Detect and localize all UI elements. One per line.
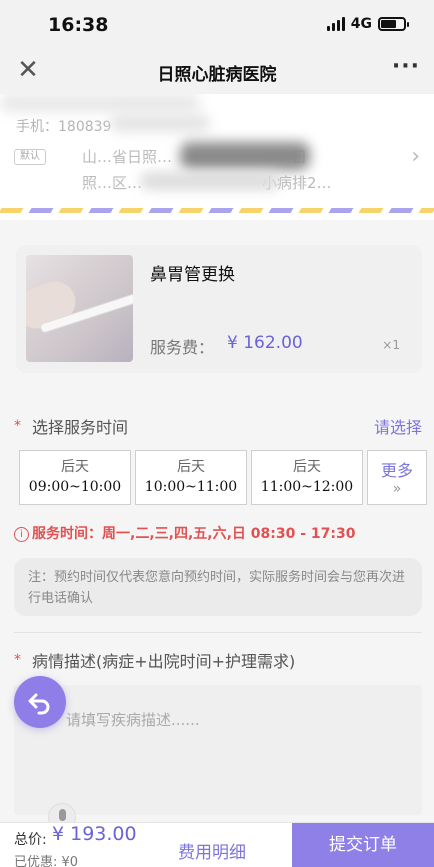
status-time: 16:38 (48, 14, 109, 36)
service-hours-text: 服务时间：周一,二,三,四,五,六,日 08:30 - 17:30 (32, 526, 356, 542)
address-stripe (0, 208, 434, 213)
time-section-header: * 选择服务时间 请选择 (14, 414, 422, 438)
status-bar: 16:38 4G (0, 0, 434, 48)
address-card[interactable]: 手机：180839 默认 山…省日照… 日 照…区… 小病排2… › (0, 94, 434, 220)
fee-value: ¥ 162.00 (227, 333, 303, 353)
fee-detail-button[interactable]: 费用明细 (178, 838, 246, 863)
slot-day: 后天 (177, 459, 205, 475)
network-type: 4G (350, 16, 372, 32)
slot-day: 后天 (293, 459, 321, 475)
quantity: ×1 (382, 338, 400, 352)
blur-mask (140, 172, 280, 190)
discount-text: 已优惠: ¥0 (14, 855, 79, 867)
description-section-header: * 病情描述(病症+出院时间+护理需求) (14, 648, 422, 672)
service-card: 鼻胃管更换 服务费： ¥ 162.00 ×1 (16, 245, 422, 373)
double-chevron-down-icon: » (392, 481, 402, 497)
description-placeholder: 请填写疾病描述...... (66, 711, 200, 729)
description-title: 病情描述(病症+出院时间+护理需求) (32, 652, 296, 671)
more-times-button[interactable]: 更多 » (367, 450, 427, 505)
slot-time: 11:00~12:00 (260, 479, 354, 495)
slot-time: 09:00~10:00 (28, 479, 122, 495)
fee-label: 服务费： (150, 338, 215, 357)
slot-day: 后天 (61, 459, 89, 475)
time-slot[interactable]: 后天 10:00~11:00 (135, 450, 247, 505)
select-time-link[interactable]: 请选择 (374, 414, 422, 438)
page-title: 日照心脏病医院 (157, 65, 277, 85)
required-star: * (14, 418, 21, 434)
time-slot[interactable]: 后天 09:00~10:00 (19, 450, 131, 505)
blur-mask (180, 142, 310, 170)
chevron-right-icon: › (411, 144, 420, 169)
service-image (26, 255, 133, 362)
booking-notice: 注：预约时间仅代表您意向预约时间，实际服务时间会与您再次进行电话确认 (14, 558, 422, 616)
time-slot[interactable]: 后天 11:00~12:00 (251, 450, 363, 505)
blur-mask (0, 94, 200, 112)
time-section-title: 选择服务时间 (32, 418, 129, 437)
bottom-bar: 总价: ¥ 193.00 已优惠: ¥0 费用明细 提交订单 (0, 822, 434, 867)
required-star: * (14, 652, 21, 668)
blur-mask (110, 114, 210, 132)
info-icon: i (14, 527, 29, 542)
back-button[interactable] (14, 676, 66, 728)
undo-icon (28, 693, 50, 715)
address-phone: 手机：180839 (16, 119, 112, 135)
service-name: 鼻胃管更换 (150, 265, 235, 285)
submit-order-button[interactable]: 提交订单 (292, 823, 434, 867)
nav-bar: ✕ 日照心脏病医院 ··· (0, 48, 434, 94)
total-value: ¥ 193.00 (52, 823, 137, 845)
divider (14, 632, 422, 633)
description-textarea[interactable]: 请填写疾病描述...... (14, 685, 422, 831)
service-hours: i 服务时间：周一,二,三,四,五,六,日 08:30 - 17:30 (14, 523, 355, 543)
slot-time: 10:00~11:00 (144, 479, 238, 495)
total-label: 总价: (14, 832, 47, 848)
status-indicators: 4G (326, 16, 409, 32)
battery-icon (378, 17, 409, 31)
more-label: 更多 (380, 461, 413, 480)
more-icon[interactable]: ··· (392, 54, 420, 79)
default-tag: 默认 (14, 149, 46, 165)
signal-icon (326, 17, 345, 31)
